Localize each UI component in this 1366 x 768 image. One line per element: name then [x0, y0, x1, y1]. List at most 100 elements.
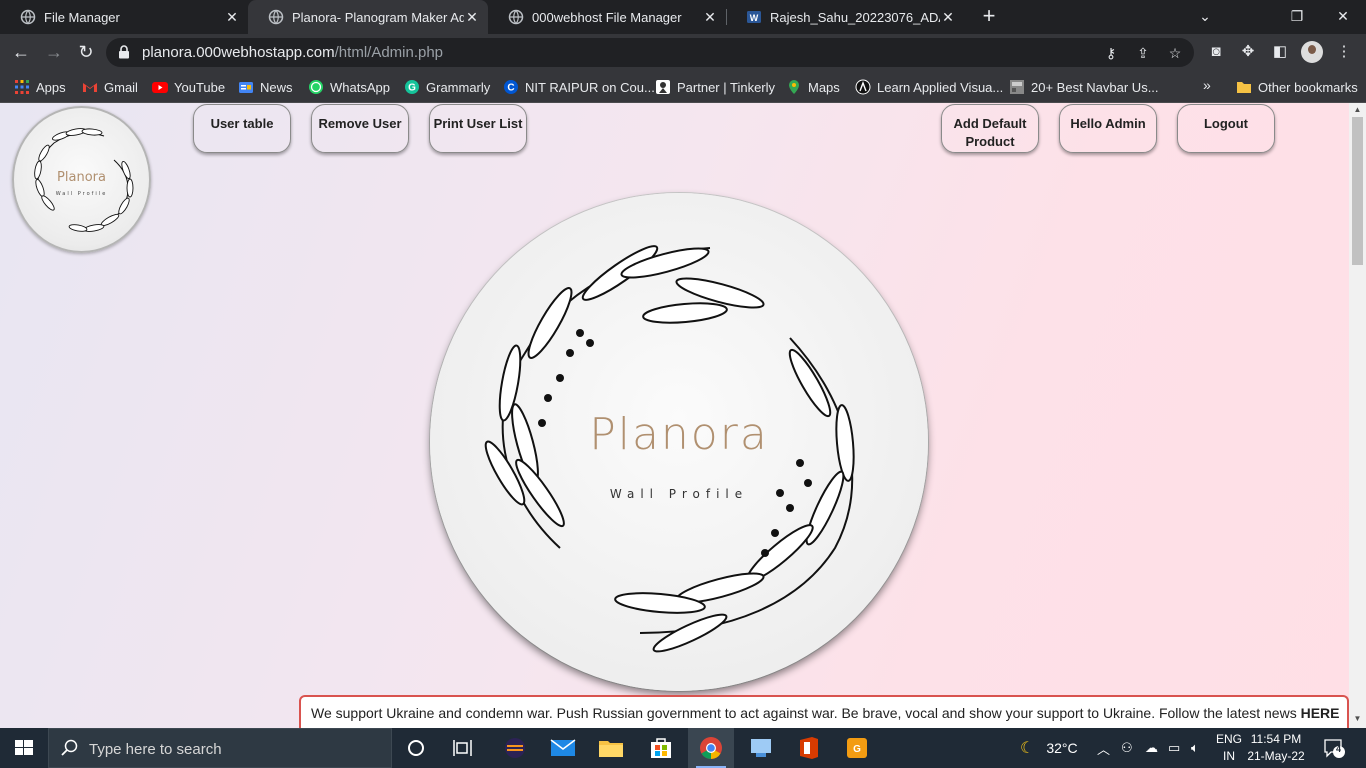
page-scrollbar[interactable]: ▲ ▼	[1349, 103, 1366, 728]
pdf-reader-icon[interactable]: G	[834, 728, 880, 768]
grammarly-icon: G	[405, 80, 419, 94]
moon-weather-icon: ☾	[1020, 740, 1035, 757]
lock-icon	[119, 45, 129, 59]
close-tab-icon[interactable]: ✕	[940, 9, 956, 26]
meet-now-icon[interactable]: ⚇	[1121, 728, 1133, 768]
print-user-list-button[interactable]: Print User List	[429, 104, 527, 153]
windows-taskbar: Type here to search G ☾ 32°C ︿ ⚇ ☁ ▭ 🔈︎ …	[0, 728, 1366, 768]
add-default-product-button[interactable]: Add Default Product	[941, 104, 1039, 153]
bookmark-learn-applied-visual[interactable]: Learn Applied Visua...	[855, 76, 1003, 98]
bookmark-nit-raipur[interactable]: C NIT RAIPUR on Cou...	[503, 76, 655, 98]
start-button[interactable]	[0, 728, 48, 768]
bookmark-star-icon[interactable]: ☆	[1166, 44, 1184, 62]
windows-logo-icon	[15, 740, 33, 755]
tab-000webhost-file-manager[interactable]: 000webhost File Manager ✕	[488, 0, 726, 34]
tab-word-document[interactable]: W Rajesh_Sahu_20223076_ADA_Ter ✕	[726, 0, 964, 34]
remove-user-button[interactable]: Remove User	[311, 104, 409, 153]
extensions-puzzle-icon[interactable]: ✥	[1238, 42, 1258, 62]
tab-title: Planora- Planogram Maker Admi	[292, 9, 464, 25]
bookmark-other-bookmarks[interactable]: Other bookmarks	[1236, 76, 1358, 98]
visual-computing-icon	[855, 79, 871, 95]
bookmark-maps[interactable]: Maps	[786, 76, 840, 98]
clock-time: 11:54 PM	[1250, 732, 1302, 746]
reload-icon[interactable]: ↻	[73, 39, 99, 65]
volume-icon[interactable]: 🔈︎	[1191, 728, 1199, 768]
back-arrow-icon[interactable]: ←	[8, 39, 34, 65]
show-hidden-icons-chevron-icon[interactable]: ︿	[1097, 728, 1110, 768]
notifications-icon[interactable]: 4	[1322, 728, 1346, 768]
file-explorer-icon[interactable]	[588, 728, 634, 768]
coursera-icon: C	[504, 80, 518, 94]
planora-hero-logo: Planora Wall Profile	[430, 193, 928, 691]
planora-logo[interactable]: Planora Wall Profile	[12, 106, 151, 253]
bookmark-apps[interactable]: Apps	[14, 76, 66, 98]
close-window-button[interactable]: ✕	[1323, 4, 1363, 28]
notification-count: 4	[1336, 744, 1342, 754]
system-clock[interactable]: 11:54 PM 21-May-22	[1246, 731, 1306, 765]
tab-title: Rajesh_Sahu_20223076_ADA_Ter	[770, 9, 940, 25]
globe-icon	[20, 9, 36, 25]
profile-avatar[interactable]	[1301, 41, 1323, 63]
office-icon[interactable]	[786, 728, 832, 768]
new-tab-button[interactable]: +	[977, 5, 1001, 29]
url-text: planora.000webhostapp.com/html/Admin.php	[142, 44, 444, 61]
eclipse-ide-icon[interactable]	[492, 728, 538, 768]
svg-text:G: G	[408, 83, 416, 94]
tab-search-chevron-icon[interactable]: ⌄	[1185, 4, 1225, 28]
bookmark-grammarly[interactable]: G Grammarly	[404, 76, 490, 98]
scroll-down-arrow-icon[interactable]: ▼	[1349, 712, 1366, 726]
scrollbar-thumb[interactable]	[1352, 117, 1363, 265]
globe-icon	[508, 9, 524, 25]
banner-here-link[interactable]: HERE	[1301, 705, 1340, 721]
microsoft-store-icon[interactable]	[638, 728, 684, 768]
folder-icon	[1237, 82, 1251, 93]
key-icon[interactable]: ⚷	[1102, 44, 1120, 62]
bookmark-label: Learn Applied Visua...	[877, 79, 1004, 95]
remote-desktop-icon[interactable]	[738, 728, 784, 768]
address-bar[interactable]: planora.000webhostapp.com/html/Admin.php…	[106, 38, 1194, 67]
share-icon[interactable]: ⇪	[1134, 44, 1152, 62]
bookmark-whatsapp[interactable]: WhatsApp	[308, 76, 390, 98]
word-icon: W	[747, 11, 761, 23]
close-tab-icon[interactable]: ✕	[464, 9, 480, 26]
bookmarks-bar: Apps Gmail YouTube News WhatsApp G Gramm…	[0, 70, 1366, 103]
bookmark-label: YouTube	[174, 79, 226, 95]
bookmark-navbar[interactable]: 20+ Best Navbar Us...	[1009, 76, 1159, 98]
hero-brand-text: Planora	[589, 409, 769, 460]
more-menu-icon[interactable]: ⋮	[1334, 42, 1354, 62]
language-code: ENG	[1216, 732, 1243, 746]
bookmark-label: 20+ Best Navbar Us...	[1031, 79, 1159, 95]
cortana-icon[interactable]	[393, 728, 439, 768]
hello-admin-button[interactable]: Hello Admin	[1059, 104, 1157, 153]
tab-planora-admin[interactable]: Planora- Planogram Maker Admi ✕	[248, 0, 488, 34]
svg-text:W: W	[750, 13, 759, 23]
mail-icon[interactable]	[540, 728, 586, 768]
more-bookmarks-chevron-icon[interactable]: »	[1203, 77, 1211, 93]
scroll-up-arrow-icon[interactable]: ▲	[1349, 103, 1366, 117]
taskbar-search-box[interactable]: Type here to search	[48, 728, 392, 768]
logout-button[interactable]: Logout	[1177, 104, 1275, 153]
bookmark-youtube[interactable]: YouTube	[152, 76, 225, 98]
ukraine-support-banner: We support Ukraine and condemn war. Push…	[299, 695, 1349, 728]
gmail-icon	[83, 83, 97, 92]
onedrive-cloud-icon[interactable]: ☁	[1145, 728, 1158, 768]
task-view-icon[interactable]	[440, 728, 486, 768]
camera-icon[interactable]: ◙	[1206, 42, 1226, 62]
bookmark-news[interactable]: News	[238, 76, 293, 98]
side-panel-icon[interactable]: ◧	[1270, 42, 1290, 62]
network-icon[interactable]: ▭	[1168, 728, 1180, 768]
weather-widget[interactable]: ☾ 32°C	[1020, 728, 1078, 768]
chrome-icon[interactable]	[688, 728, 734, 768]
user-table-button[interactable]: User table	[193, 104, 291, 153]
restore-window-button[interactable]: ❐	[1277, 4, 1317, 28]
language-indicator[interactable]: ENG IN	[1216, 731, 1242, 765]
bookmark-label: News	[260, 79, 293, 95]
tab-file-manager[interactable]: File Manager ✕	[0, 0, 248, 34]
tab-title: 000webhost File Manager	[532, 9, 682, 25]
svg-text:G: G	[853, 744, 861, 755]
bookmark-tinkerly[interactable]: Partner | Tinkerly	[655, 76, 775, 98]
forward-arrow-icon[interactable]: →	[41, 39, 67, 65]
close-tab-icon[interactable]: ✕	[224, 9, 240, 26]
bookmark-gmail[interactable]: Gmail	[82, 76, 138, 98]
close-tab-icon[interactable]: ✕	[702, 9, 718, 26]
